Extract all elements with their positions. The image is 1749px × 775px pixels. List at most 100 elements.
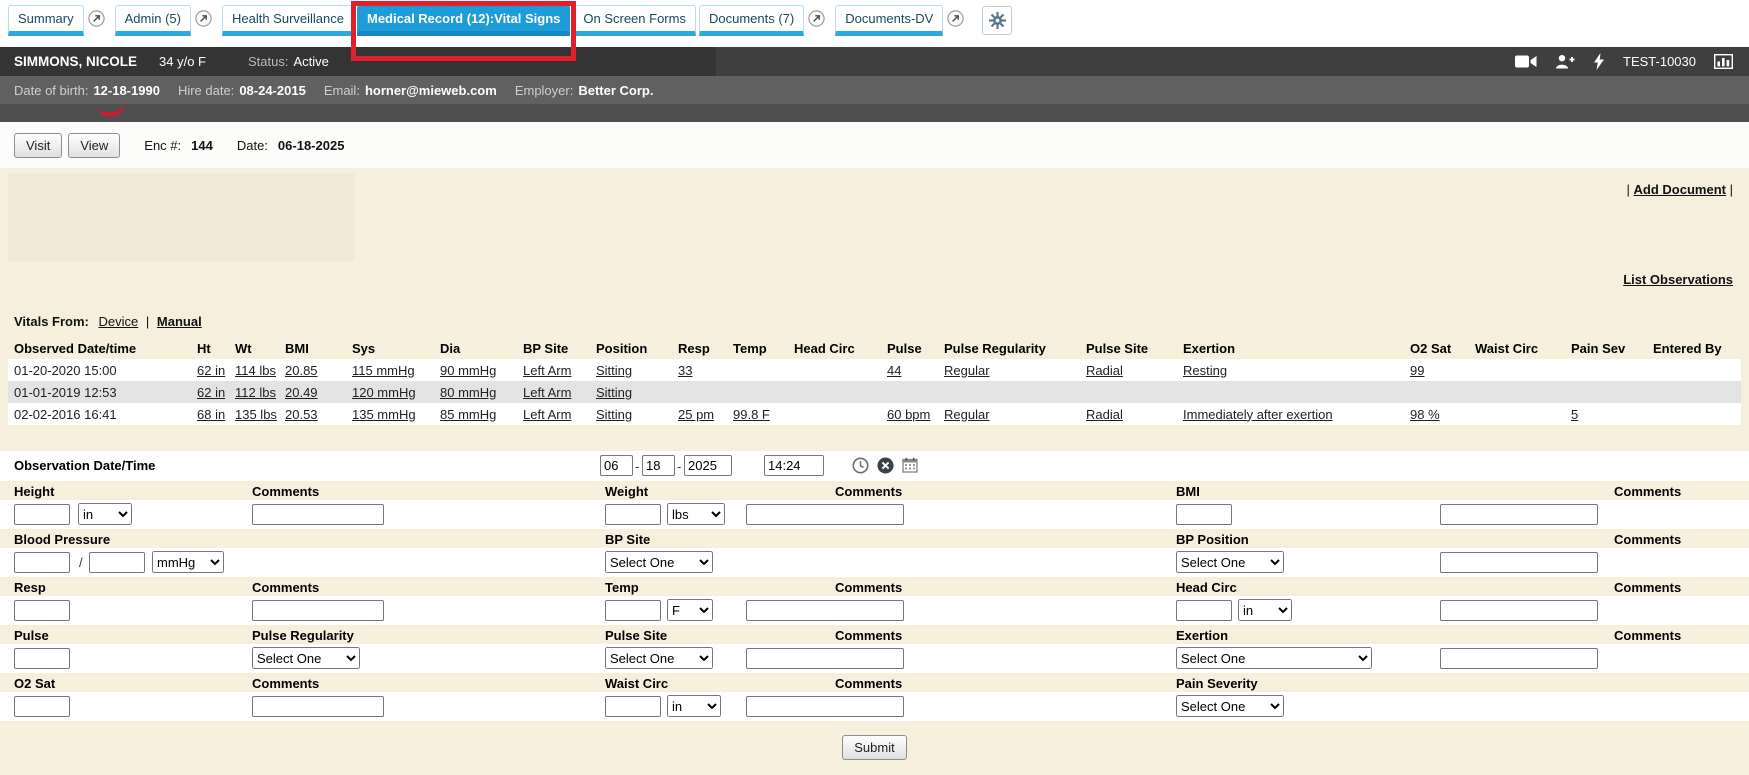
head-circ-unit-select[interactable]: in	[1238, 599, 1292, 621]
submit-button[interactable]: Submit	[842, 735, 906, 760]
weight-unit-select[interactable]: lbs	[667, 503, 725, 525]
weight-comments-input[interactable]	[746, 504, 904, 525]
vital-value-link[interactable]: Sitting	[596, 407, 632, 422]
vital-value-link[interactable]: Sitting	[596, 385, 632, 400]
vital-value-link[interactable]: Left Arm	[523, 407, 571, 422]
tab-admin[interactable]: Admin (5)	[115, 5, 191, 36]
vital-value-link[interactable]: 68 in	[197, 407, 225, 422]
popout-icon[interactable]	[195, 10, 212, 27]
exertion-select[interactable]: Select One	[1176, 647, 1372, 669]
vital-value-link[interactable]: 60 bpm	[887, 407, 930, 422]
tab-on-screen-forms[interactable]: On Screen Forms	[573, 5, 696, 36]
vital-value-link[interactable]: 44	[887, 363, 901, 378]
bp-unit-select[interactable]: mmHg	[152, 551, 224, 573]
vital-value-link[interactable]: Immediately after exertion	[1183, 407, 1333, 422]
add-person-icon[interactable]	[1555, 54, 1575, 69]
manual-link[interactable]: Manual	[157, 314, 202, 329]
waist-circ-comments-input[interactable]	[746, 696, 904, 717]
weight-input[interactable]	[605, 504, 661, 525]
vital-value-link[interactable]: 80 mmHg	[440, 385, 496, 400]
add-document-link[interactable]: Add Document	[1634, 182, 1726, 197]
o2-sat-input[interactable]	[14, 696, 70, 717]
vital-value-link[interactable]: 112 lbs	[235, 385, 276, 400]
list-observations-link[interactable]: List Observations	[1623, 272, 1733, 287]
tab-health-surveillance[interactable]: Health Surveillance	[222, 5, 354, 36]
resp-input[interactable]	[14, 600, 70, 621]
temp-unit-select[interactable]: F	[667, 599, 713, 621]
o2-sat-comments-input[interactable]	[252, 696, 384, 717]
waist-circ-input[interactable]	[605, 696, 661, 717]
waist-circ-unit-select[interactable]: in	[667, 695, 721, 717]
vital-value-link[interactable]: Resting	[1183, 363, 1227, 378]
head-circ-input[interactable]	[1176, 600, 1232, 621]
height-input[interactable]	[14, 504, 70, 525]
bp-position-select[interactable]: Select One	[1176, 551, 1284, 573]
head-circ-label: Head Circ	[1176, 580, 1237, 595]
clock-icon[interactable]	[852, 457, 869, 474]
vital-value-link[interactable]: 20.85	[285, 363, 318, 378]
bp-site-select[interactable]: Select One	[605, 551, 713, 573]
vital-value-link[interactable]: Sitting	[596, 363, 632, 378]
bmi-comments-input[interactable]	[1440, 504, 1598, 525]
obs-year-input[interactable]	[684, 455, 732, 476]
clear-x-icon[interactable]	[877, 457, 894, 474]
vital-value-link[interactable]: Radial	[1086, 363, 1123, 378]
vital-value-link[interactable]: 20.53	[285, 407, 318, 422]
exertion-comments-input[interactable]	[1440, 648, 1598, 669]
pulse-input[interactable]	[14, 648, 70, 669]
bp-systolic-input[interactable]	[14, 552, 70, 573]
obs-month-input[interactable]	[600, 455, 633, 476]
vital-value-link[interactable]: 62 in	[197, 363, 225, 378]
tab-documents[interactable]: Documents (7)	[699, 5, 804, 36]
popout-icon[interactable]	[808, 10, 825, 27]
vital-value-link[interactable]: 5	[1571, 407, 1578, 422]
tab-documents-dv[interactable]: Documents-DV	[835, 5, 943, 36]
head-circ-comments-input[interactable]	[1440, 600, 1598, 621]
vital-value-link[interactable]: 120 mmHg	[352, 385, 416, 400]
vital-value-link[interactable]: 98 %	[1410, 407, 1440, 422]
obs-time-input[interactable]	[764, 455, 824, 476]
bmi-input[interactable]	[1176, 504, 1232, 525]
vital-value-link[interactable]: 25 pm	[678, 407, 714, 422]
vital-value-link[interactable]: 85 mmHg	[440, 407, 496, 422]
pulse-comments-input[interactable]	[746, 648, 904, 669]
vital-value-link[interactable]: Left Arm	[523, 363, 571, 378]
bp-diastolic-input[interactable]	[89, 552, 145, 573]
lightning-icon[interactable]	[1593, 53, 1605, 70]
vital-value-link[interactable]: 115 mmHg	[352, 363, 415, 378]
view-button[interactable]: View	[68, 133, 120, 158]
calendar-icon[interactable]	[902, 457, 918, 473]
device-link[interactable]: Device	[99, 314, 139, 329]
resp-comments-input[interactable]	[252, 600, 384, 621]
temp-comments-input[interactable]	[746, 600, 904, 621]
vital-value-link[interactable]: 99.8 F	[733, 407, 770, 422]
vital-value-link[interactable]: 20.49	[285, 385, 318, 400]
vital-value-link[interactable]: 114 lbs	[235, 363, 276, 378]
vital-value-link[interactable]: Regular	[944, 363, 990, 378]
pulse-site-select[interactable]: Select One	[605, 647, 713, 669]
vital-value-link[interactable]: 99	[1410, 363, 1424, 378]
height-unit-select[interactable]: in	[78, 503, 132, 525]
popout-icon[interactable]	[947, 10, 964, 27]
tab-medical-record-vital-signs[interactable]: Medical Record (12):Vital Signs	[357, 5, 570, 36]
vital-value-link[interactable]: 62 in	[197, 385, 225, 400]
vital-value-link[interactable]: Radial	[1086, 407, 1123, 422]
vital-value-link[interactable]: 33	[678, 363, 692, 378]
bp-comments-input[interactable]	[1440, 552, 1598, 573]
vital-value-link[interactable]: 135 mmHg	[352, 407, 416, 422]
obs-day-input[interactable]	[642, 455, 675, 476]
video-camera-icon[interactable]	[1515, 54, 1537, 69]
settings-gear-button[interactable]	[982, 6, 1012, 35]
pulse-regularity-select[interactable]: Select One	[252, 647, 360, 669]
tab-summary[interactable]: Summary	[8, 5, 84, 36]
vital-value-link[interactable]: 135 lbs	[235, 407, 277, 422]
vital-value-link[interactable]: 90 mmHg	[440, 363, 496, 378]
bar-chart-icon[interactable]	[1714, 54, 1733, 69]
visit-button[interactable]: Visit	[14, 133, 62, 158]
vital-value-link[interactable]: Left Arm	[523, 385, 571, 400]
pain-severity-select[interactable]: Select One	[1176, 695, 1284, 717]
temp-input[interactable]	[605, 600, 661, 621]
popout-icon[interactable]	[88, 10, 105, 27]
vital-value-link[interactable]: Regular	[944, 407, 990, 422]
height-comments-input[interactable]	[252, 504, 384, 525]
